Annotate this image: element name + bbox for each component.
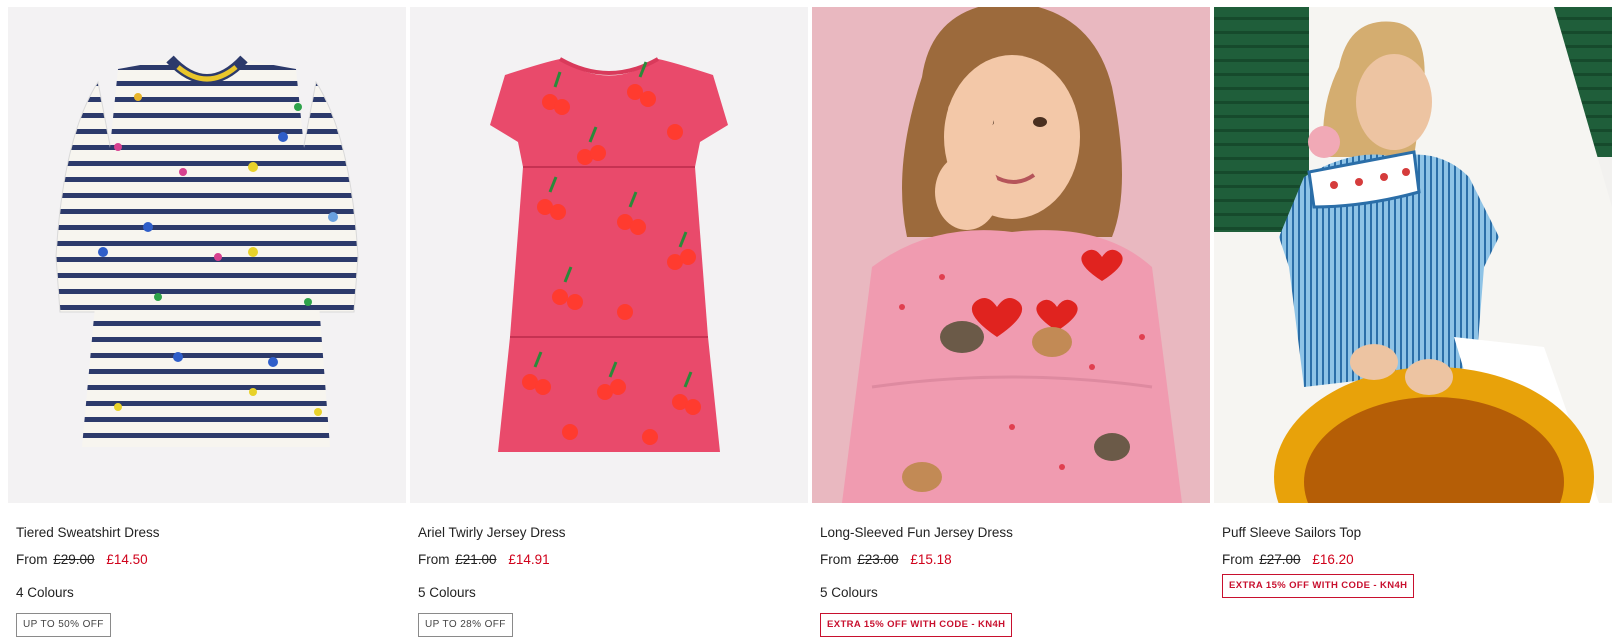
girl-pink-dress-photo	[812, 7, 1210, 503]
price-row: From £27.00 £16.20	[1222, 551, 1612, 569]
sale-price: £16.20	[1312, 552, 1354, 567]
price-from-label: From	[1222, 552, 1254, 567]
product-title[interactable]: Tiered Sweatshirt Dress	[16, 524, 406, 542]
product-grid: Tiered Sweatshirt Dress From £29.00 £14.…	[8, 7, 1612, 637]
price-row: From £23.00 £15.18	[820, 551, 1210, 569]
striped-dress-illustration	[8, 7, 406, 503]
promo-code-badge: EXTRA 15% OFF WITH CODE - KN4H	[820, 613, 1013, 637]
product-image-pink-dress-model[interactable]	[812, 7, 1210, 503]
product-card[interactable]: Puff Sleeve Sailors Top From £27.00 £16.…	[1214, 7, 1612, 637]
price-row: From £29.00 £14.50	[16, 551, 406, 569]
sale-price: £15.18	[910, 552, 952, 567]
product-title[interactable]: Puff Sleeve Sailors Top	[1222, 524, 1612, 542]
product-title[interactable]: Long-Sleeved Fun Jersey Dress	[820, 524, 1210, 542]
colour-count[interactable]: 4 Colours	[16, 584, 406, 602]
girl-sailor-top-photo	[1214, 7, 1612, 503]
discount-badge: UP TO 28% OFF	[418, 613, 513, 637]
discount-badge: UP TO 50% OFF	[16, 613, 111, 637]
product-title[interactable]: Ariel Twirly Jersey Dress	[418, 524, 808, 542]
price-row: From £21.00 £14.91	[418, 551, 808, 569]
product-image-cherry-dress[interactable]	[410, 7, 808, 503]
product-card[interactable]: Ariel Twirly Jersey Dress From £21.00 £1…	[410, 7, 808, 637]
promo-code-badge: EXTRA 15% OFF WITH CODE - KN4H	[1222, 574, 1415, 598]
sale-price: £14.91	[508, 552, 550, 567]
product-card[interactable]: Long-Sleeved Fun Jersey Dress From £23.0…	[812, 7, 1210, 637]
sale-price: £14.50	[106, 552, 148, 567]
colour-count[interactable]: 5 Colours	[418, 584, 808, 602]
colour-count[interactable]: 5 Colours	[820, 584, 1210, 602]
original-price: £29.00	[53, 552, 95, 567]
price-from-label: From	[820, 552, 852, 567]
product-card[interactable]: Tiered Sweatshirt Dress From £29.00 £14.…	[8, 7, 406, 637]
original-price: £23.00	[857, 552, 899, 567]
cherry-dress-illustration	[410, 7, 808, 503]
price-from-label: From	[16, 552, 48, 567]
product-image-striped-dress[interactable]	[8, 7, 406, 503]
original-price: £21.00	[455, 552, 497, 567]
original-price: £27.00	[1259, 552, 1301, 567]
product-image-sailor-top-model[interactable]	[1214, 7, 1612, 503]
price-from-label: From	[418, 552, 450, 567]
